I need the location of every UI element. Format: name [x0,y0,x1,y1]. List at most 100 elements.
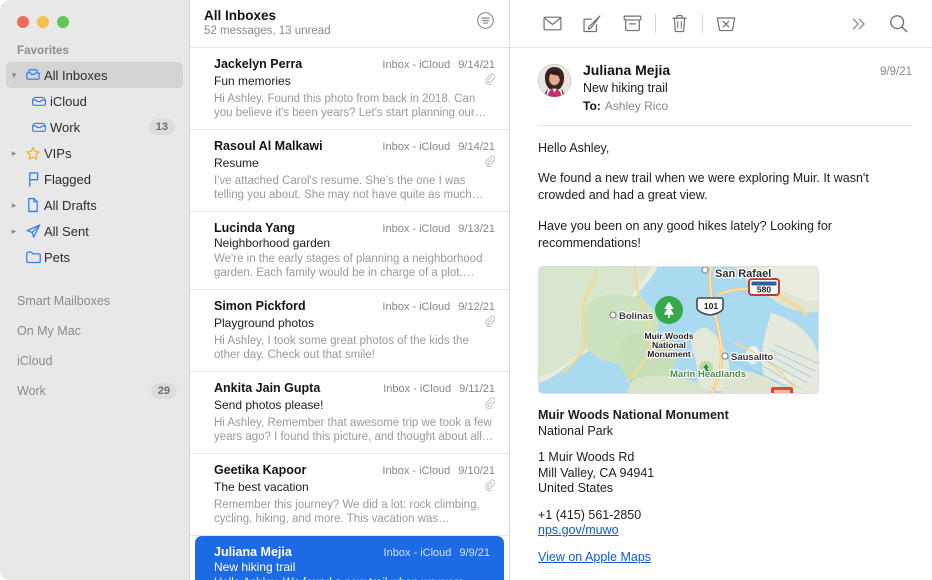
message-subject: Send photos please! [214,398,324,412]
message-subject: The best vacation [214,480,309,494]
filter-icon[interactable] [476,11,495,35]
attachment-paperclip-icon [484,154,496,172]
body-paragraph: We found a new trail when we were explor… [538,171,869,202]
attachment-paperclip-icon [484,396,496,414]
to-value[interactable]: Ashley Rico [605,99,668,113]
folder-icon [22,250,44,264]
message-subject: Neighborhood garden [214,236,331,250]
phone-number[interactable]: +1 (415) 561-2850 [538,508,912,524]
sidebar-item-flagged[interactable]: Flagged [6,166,183,192]
junk-button[interactable] [706,9,746,39]
attachment-paperclip-icon [484,478,496,496]
mailbox-title: All Inboxes [204,8,277,23]
address-line-2: Mill Valley, CA 94941 [538,465,655,480]
recipients-row: To: Ashley Rico [583,99,912,113]
message-mailbox: Inbox - iCloud [382,223,451,235]
svg-text:580: 580 [757,284,771,294]
minimize-button[interactable] [37,16,49,28]
message-sender: Simon Pickford [214,299,306,313]
message-sender: Lucinda Yang [214,221,296,235]
sidebar-item-vips[interactable]: ▸ VIPs [6,140,183,166]
sidebar-group-smart-mailboxes[interactable]: Smart Mailboxes [0,286,189,316]
archive-button[interactable] [612,9,652,39]
disclosure-closed-icon[interactable]: ▸ [6,148,22,158]
sidebar-group-work[interactable]: Work 29 [0,376,189,406]
message-list-item-selected[interactable]: Juliana Mejia Inbox - iCloud 9/9/21 New … [195,536,504,580]
apple-maps-link[interactable]: View on Apple Maps [538,550,651,564]
place-category: National Park [538,423,614,438]
sidebar-item-all-inboxes[interactable]: ▾ All Inboxes [6,62,183,88]
sidebar-group-on-my-mac[interactable]: On My Mac [0,316,189,346]
message-list-item[interactable]: Jackelyn Perra Inbox - iCloud 9/14/21 Fu… [190,48,509,130]
svg-text:Sausalito: Sausalito [731,352,773,363]
message-list-item[interactable]: Rasoul Al Malkawi Inbox - iCloud 9/14/21… [190,130,509,212]
zoom-button[interactable] [57,16,69,28]
chevron-double-right-icon[interactable] [838,9,878,39]
message-mailbox: Inbox - iCloud [382,465,451,477]
sidebar-item-all-drafts[interactable]: ▸ All Drafts [6,192,183,218]
disclosure-open-icon[interactable]: ▾ [6,70,22,80]
mailbox-counts: 52 messages, 13 unread [204,25,331,37]
sidebar: Favorites ▾ All Inboxes iCloud Work 13 ▸… [0,0,190,580]
mark-unread-button[interactable] [532,9,572,39]
message-list-item[interactable]: Geetika Kapoor Inbox - iCloud 9/10/21 Th… [190,454,509,536]
unread-badge: 13 [148,119,175,135]
inbox-icon [28,95,50,108]
message-date: 9/13/21 [458,223,495,235]
avatar [538,64,571,97]
sender-name: Juliana Mejia [583,62,671,78]
body-paragraph: Have you been on any good hikes lately? … [538,219,832,250]
message-list-item[interactable]: Lucinda Yang Inbox - iCloud 9/13/21 Neig… [190,212,509,290]
sidebar-item-label: All Drafts [44,197,97,213]
close-button[interactable] [17,16,29,28]
sidebar-item-label: iCloud [50,93,87,109]
message-list-pane: All Inboxes 52 messages, 13 unread Jacke… [190,0,510,580]
place-card: Muir Woods National Monument National Pa… [538,408,912,565]
message-mailbox: Inbox - iCloud [382,59,451,71]
message-header: Juliana Mejia 9/9/21 New hiking trail To… [510,48,932,113]
inbox-stack-icon [22,68,44,82]
message-date: 9/14/21 [458,141,495,153]
address-line-3: United States [538,481,614,495]
delete-button[interactable] [659,9,699,39]
attachment-paperclip-icon [484,72,496,90]
message-mailbox: Inbox - iCloud [383,547,452,559]
message-list-header: All Inboxes 52 messages, 13 unread [190,0,509,48]
message-preview: Hi Ashley, I took some great photos of t… [214,335,469,361]
search-icon[interactable] [878,9,918,39]
sidebar-item-work[interactable]: Work 13 [6,114,183,140]
address-line-1: 1 Muir Woods Rd [538,450,635,464]
message-date: 9/11/21 [459,383,495,395]
message-list-item[interactable]: Ankita Jain Gupta Inbox - iCloud 9/11/21… [190,372,509,454]
message-sender: Rasoul Al Malkawi [214,139,323,153]
sidebar-group-label: Work [17,384,46,398]
sidebar-group-icloud[interactable]: iCloud [0,346,189,376]
body-paragraph: Hello Ashley, [538,141,610,155]
attachment-paperclip-icon [484,314,496,332]
disclosure-closed-icon[interactable]: ▸ [6,226,22,236]
mail-window: Favorites ▾ All Inboxes iCloud Work 13 ▸… [0,0,932,580]
toolbar-divider [702,14,703,33]
sidebar-item-icloud[interactable]: iCloud [6,88,183,114]
toolbar-divider [655,14,656,33]
map-thumbnail[interactable]: 580 101 San Rafael Bolinas Sausalito Mui… [538,266,819,394]
sidebar-item-label: Work [50,119,81,135]
message-preview: Hello Ashley, We found a new trail when … [214,576,490,580]
sidebar-item-all-sent[interactable]: ▸ All Sent [6,218,183,244]
disclosure-closed-icon[interactable]: ▸ [6,200,22,210]
compose-button[interactable] [572,9,612,39]
sidebar-item-label: Flagged [44,171,91,187]
svg-text:Monument: Monument [647,349,691,359]
website-link[interactable]: nps.gov/muwo [538,523,619,537]
sidebar-group-label: iCloud [17,354,53,368]
document-icon [22,197,44,213]
message-list-item[interactable]: Simon Pickford Inbox - iCloud 9/12/21 Pl… [190,290,509,372]
message-subject: Resume [214,156,259,170]
message-preview: Hi Ashley, Remember that awesome trip we… [214,417,492,443]
message-list-scroll[interactable]: Jackelyn Perra Inbox - iCloud 9/14/21 Fu… [190,48,509,580]
svg-text:Bolinas: Bolinas [619,311,653,322]
paper-plane-icon [22,223,44,239]
svg-text:101: 101 [704,301,718,311]
sidebar-item-pets[interactable]: Pets [6,244,183,270]
message-mailbox: Inbox - iCloud [382,301,451,313]
